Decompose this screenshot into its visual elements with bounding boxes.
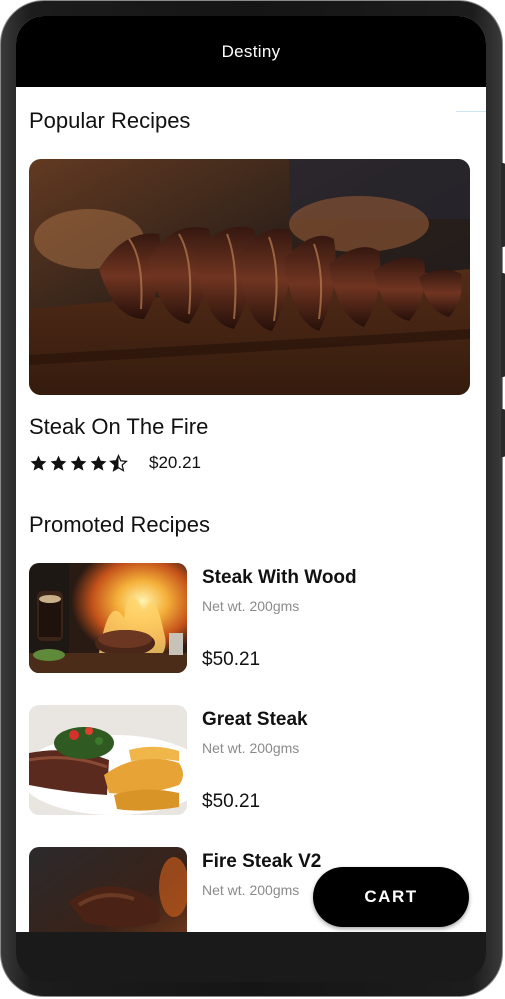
star-half-icon — [109, 453, 128, 472]
steak-fire-photo — [29, 563, 187, 673]
steak-photo — [29, 159, 470, 395]
recipe-price: $50.21 — [202, 791, 261, 812]
bottom-bezel — [16, 932, 486, 982]
recipe-weight: Net wt. 200gms — [202, 598, 300, 614]
app-bar: Destiny — [16, 16, 486, 87]
star-full-icon — [90, 455, 107, 471]
recipe-name[interactable]: Steak With Wood — [202, 567, 357, 589]
list-item[interactable]: Great Steak Net wt. 200gms $50.21 — [29, 705, 469, 817]
divider — [456, 111, 486, 112]
popular-recipe-image[interactable] — [29, 159, 470, 395]
recipe-price: $50.21 — [202, 649, 261, 670]
star-full-icon — [50, 455, 67, 471]
recipe-weight: Net wt. 200gms — [202, 740, 300, 756]
recipe-thumbnail[interactable] — [29, 563, 187, 673]
recipe-name[interactable]: Fire Steak V2 — [202, 851, 321, 873]
volume-button — [501, 163, 505, 247]
side-button — [501, 409, 505, 457]
recipe-name[interactable]: Great Steak — [202, 709, 308, 731]
steak-plate-photo — [29, 705, 187, 815]
popular-recipe-name[interactable]: Steak On The Fire — [29, 414, 208, 440]
star-rating — [29, 453, 132, 473]
recipe-thumbnail[interactable] — [29, 705, 187, 815]
list-item[interactable]: Steak With Wood Net wt. 200gms $50.21 — [29, 563, 469, 675]
fire-steak-photo — [29, 847, 187, 932]
app-screen: Destiny Popular Recipes Steak On The Fir… — [16, 16, 486, 932]
popular-recipe-price: $20.21 — [149, 453, 201, 472]
recipe-thumbnail[interactable] — [29, 847, 187, 932]
star-full-icon — [70, 455, 87, 471]
app-title: Destiny — [221, 42, 281, 61]
cart-button[interactable]: CART — [313, 867, 469, 927]
power-button — [501, 273, 505, 377]
star-full-icon — [30, 455, 47, 471]
popular-recipes-heading: Popular Recipes — [29, 108, 191, 133]
promoted-recipes-heading: Promoted Recipes — [29, 512, 210, 537]
recipe-weight: Net wt. 200gms — [202, 882, 300, 898]
rating-row: $20.21 — [29, 452, 201, 474]
